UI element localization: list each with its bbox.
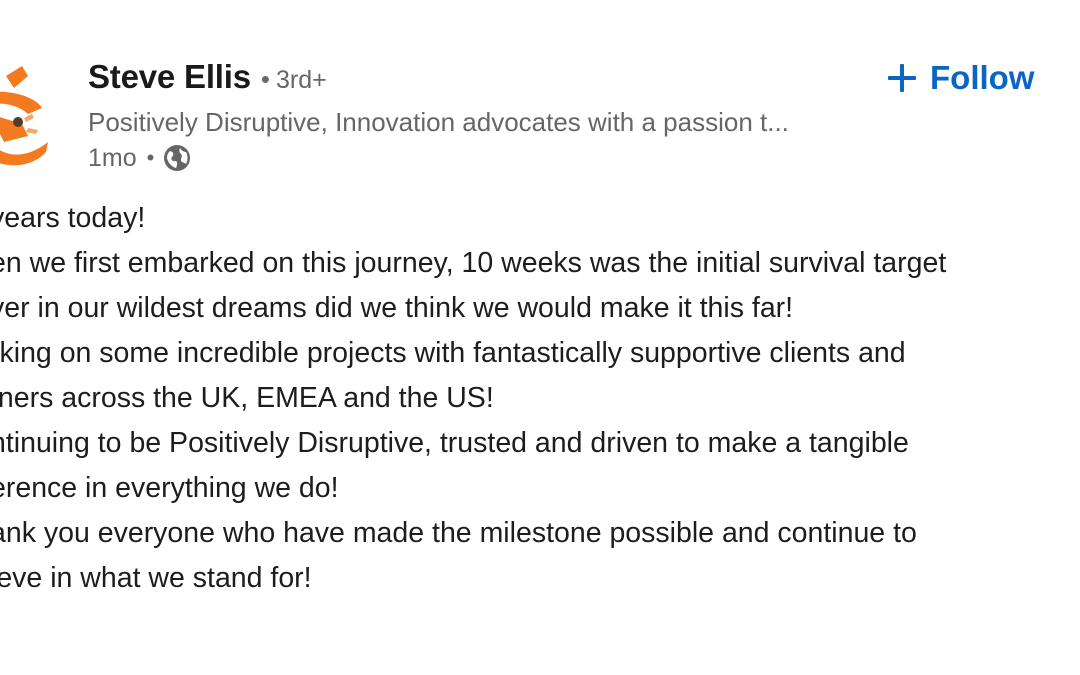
feed-post: Steve Ellis • 3rd+ Positively Disruptive… bbox=[0, 0, 1080, 675]
author-headline: Positively Disruptive, Innovation advoca… bbox=[88, 107, 789, 137]
post-timestamp[interactable]: 1mo bbox=[88, 144, 137, 173]
post-text-line: rking on some incredible projects with f… bbox=[0, 337, 906, 369]
plus-icon bbox=[888, 64, 916, 92]
author-name[interactable]: Steve Ellis bbox=[88, 58, 251, 96]
company-logo-icon bbox=[0, 66, 48, 166]
post-text-line: en we first embarked on this journey, 10… bbox=[0, 247, 947, 279]
post-text-line: ntinuing to be Positively Disruptive, tr… bbox=[0, 427, 909, 459]
post-header: Steve Ellis • 3rd+ Positively Disruptive… bbox=[88, 58, 878, 176]
post-text-line: ver in our wildest dreams did we think w… bbox=[0, 292, 794, 324]
separator-dot: • bbox=[146, 145, 155, 170]
globe-icon bbox=[162, 143, 192, 173]
separator-dot: • bbox=[260, 64, 271, 94]
author-avatar[interactable] bbox=[0, 62, 52, 172]
post-text-line: tners across the UK, EMEA and the US! bbox=[0, 382, 494, 414]
post-body: years today! en we first embarked on thi… bbox=[0, 196, 1080, 601]
connection-degree: 3rd+ bbox=[276, 66, 327, 94]
follow-label: Follow bbox=[930, 59, 1035, 96]
follow-button[interactable]: Follow bbox=[886, 56, 1034, 100]
post-text-line: years today! bbox=[0, 202, 146, 234]
author-name-row: Steve Ellis • 3rd+ bbox=[88, 58, 878, 104]
post-meta: 1mo • bbox=[88, 140, 878, 176]
post-text-line: ieve in what we stand for! bbox=[0, 562, 312, 594]
post-text-line: erence in everything we do! bbox=[0, 472, 339, 504]
post-text-line: ank you everyone who have made the miles… bbox=[0, 517, 917, 549]
